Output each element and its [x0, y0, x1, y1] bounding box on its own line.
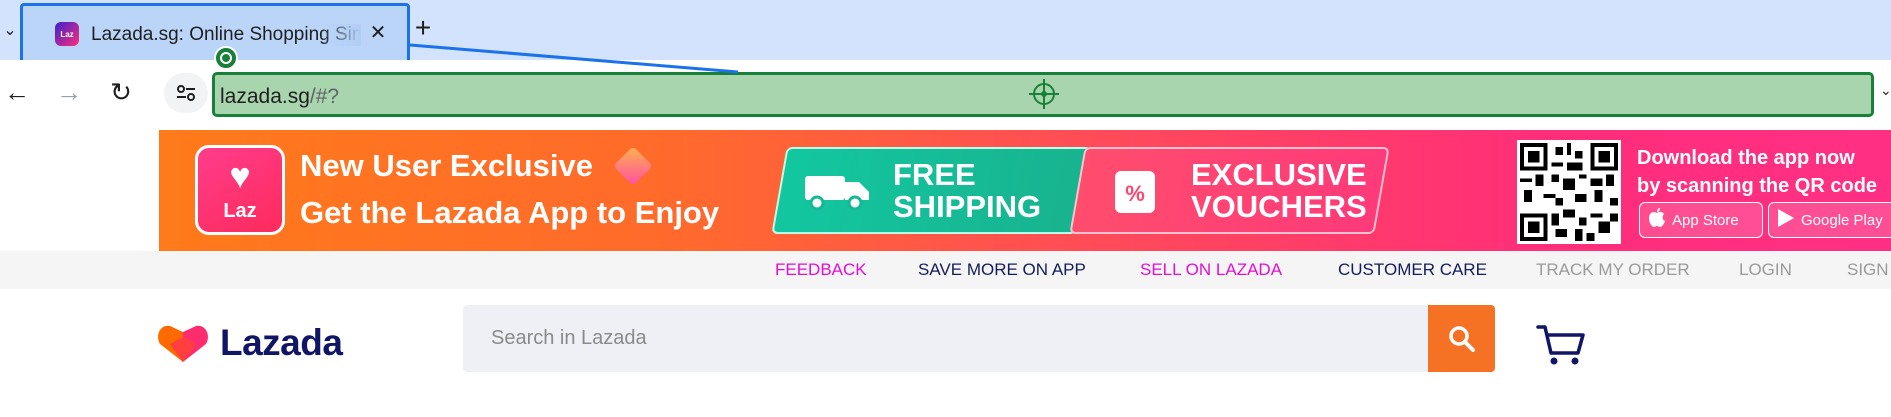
- download-line1: Download the app now: [1637, 147, 1855, 169]
- search-field[interactable]: [463, 305, 1428, 372]
- address-path: /#?: [309, 85, 340, 108]
- address-host: lazada.sg: [220, 85, 310, 108]
- close-icon[interactable]: ✕: [365, 20, 391, 46]
- lazada-logo[interactable]: Lazada: [158, 322, 343, 364]
- customer-care-link[interactable]: CUSTOMER CARE: [1338, 260, 1487, 280]
- badge-voucher-line1: EXCLUSIVE: [1191, 157, 1367, 192]
- reload-icon[interactable]: ↻: [104, 75, 138, 109]
- chevron-down-icon[interactable]: ⌄: [0, 14, 20, 46]
- target-marker-icon: [214, 46, 238, 70]
- truck-icon: [801, 169, 873, 215]
- cart-icon[interactable]: [1536, 323, 1586, 367]
- signup-link[interactable]: SIGN: [1847, 260, 1889, 280]
- screen: ⌄ Laz Lazada.sg: Online Shopping Singapo…: [0, 0, 1891, 417]
- lazada-logo-text: Lazada: [220, 322, 343, 363]
- lazada-heart-logo-icon: [158, 325, 208, 362]
- address-bar[interactable]: lazada.sg/#?: [212, 72, 1874, 117]
- login-link[interactable]: LOGIN: [1739, 260, 1792, 280]
- voucher-icon: %: [1099, 169, 1171, 215]
- promo-headline: New User Exclusive: [300, 148, 593, 183]
- app-promo-banner[interactable]: ♥ Laz New User Exclusive Get the Lazada …: [159, 130, 1891, 251]
- app-logo-label: Laz: [223, 199, 257, 222]
- app-store-label: App Store: [1672, 211, 1739, 229]
- app-store-button[interactable]: App Store: [1639, 202, 1763, 238]
- qr-code-icon: [1517, 140, 1621, 244]
- badge-free-line1: FREE: [893, 157, 976, 192]
- chevron-down-icon[interactable]: ⌄: [1880, 82, 1891, 99]
- google-play-button[interactable]: Google Play: [1768, 202, 1891, 238]
- gem-icon: [613, 146, 653, 186]
- download-line2: by scanning the QR code: [1637, 175, 1878, 197]
- badge-voucher-line2: VOUCHERS: [1191, 189, 1367, 224]
- plus-icon[interactable]: +: [408, 14, 438, 44]
- badge-free-line2: SHIPPING: [893, 189, 1042, 224]
- tab-title: Lazada.sg: Online Shopping Singapore: [91, 24, 361, 46]
- play-store-icon: [1777, 208, 1795, 232]
- google-play-label: Google Play: [1801, 211, 1883, 229]
- save-more-on-app-link[interactable]: SAVE MORE ON APP: [918, 260, 1086, 280]
- arrow-left-icon[interactable]: ←: [0, 75, 34, 109]
- exclusive-vouchers-badge: % EXCLUSIVE VOUCHERS: [1069, 147, 1390, 234]
- top-nav-bar: FEEDBACK SAVE MORE ON APP SELL ON LAZADA…: [0, 251, 1891, 289]
- free-shipping-badge: FREE SHIPPING: [771, 147, 1092, 234]
- search-input[interactable]: [463, 305, 1428, 372]
- tune-icon[interactable]: [164, 73, 208, 113]
- browser-tabstrip: ⌄ Laz Lazada.sg: Online Shopping Singapo…: [0, 0, 1891, 64]
- search-button[interactable]: [1428, 305, 1495, 372]
- sell-on-lazada-link[interactable]: SELL ON LAZADA: [1140, 260, 1282, 280]
- search-icon: [1448, 325, 1475, 352]
- arrow-right-icon[interactable]: →: [52, 75, 86, 109]
- lazada-favicon-icon: Laz: [55, 22, 79, 46]
- lazada-app-logo: ♥ Laz: [195, 145, 285, 235]
- site-header: Lazada: [0, 289, 1891, 417]
- crosshair-icon: [1029, 79, 1059, 109]
- feedback-link[interactable]: FEEDBACK: [775, 260, 867, 280]
- address-url: lazada.sg/#?: [220, 85, 339, 109]
- heart-bag-icon: ♥: [229, 154, 251, 196]
- track-my-order-link[interactable]: TRACK MY ORDER: [1536, 260, 1690, 280]
- apple-icon: [1648, 208, 1666, 232]
- download-app-text: Download the app now by scanning the QR …: [1637, 144, 1877, 200]
- promo-subheadline: Get the Lazada App to Enjoy: [300, 195, 720, 230]
- svg-text:%: %: [1125, 181, 1145, 206]
- browser-toolbar: ← → ↻ lazada.sg/#? ⌄: [0, 60, 1891, 130]
